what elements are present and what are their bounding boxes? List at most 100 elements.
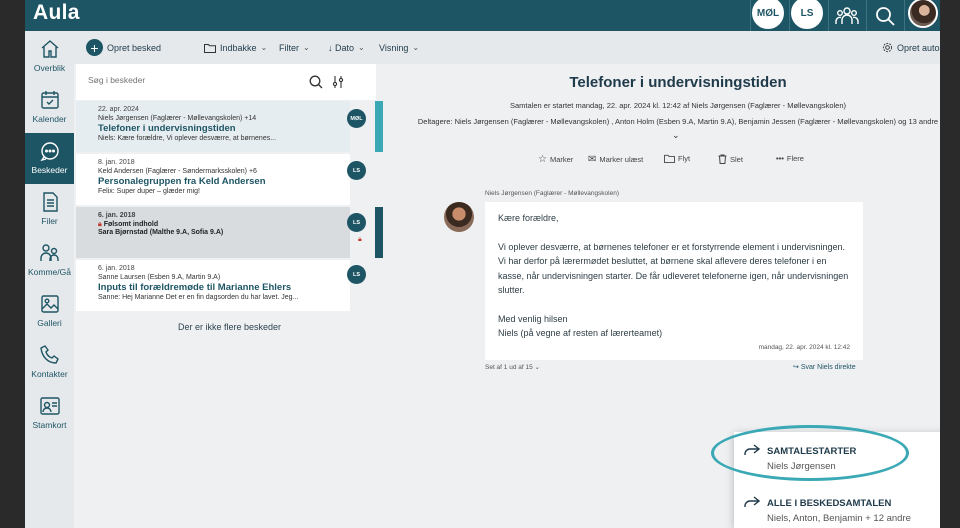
delete-button[interactable]: Slet (718, 154, 743, 164)
message-avatar: LS (347, 161, 366, 180)
plus-icon: + (86, 39, 103, 56)
thread-title: Telefoner i undervisningstiden (569, 74, 787, 91)
new-message-label: Opret besked (107, 42, 162, 53)
message-from: Sanne Laursen (Esben 9.A, Martin 9.A) (98, 274, 221, 281)
sensitive-content-row: 🔒︎ Følsomt indhold (98, 221, 350, 229)
message-date: 6. jan. 2018 (98, 265, 135, 272)
institution-avatar-mol[interactable]: MØL (752, 0, 784, 29)
nav-item-galleri[interactable]: Galleri (25, 286, 74, 337)
message-from: Niels Jørgensen (Faglærer - Møllevangsko… (98, 115, 257, 122)
message-from: Keld Andersen (Faglærer - Søndermarkssko… (98, 168, 257, 175)
search-input[interactable] (88, 75, 288, 85)
nav-label: Galleri (37, 318, 62, 328)
sort-date-dropdown[interactable]: ↓ Dato ⌄ (328, 31, 365, 64)
message-avatar: MØL (347, 109, 366, 128)
sender-avatar (444, 202, 474, 232)
mark-unread-button[interactable]: ✉ Marker ulæst (588, 154, 643, 165)
search-icon[interactable] (867, 0, 903, 31)
header-divider (904, 0, 905, 31)
highlight-ring (711, 425, 909, 481)
message-list-item[interactable]: 22. apr. 2024 Niels Jørgensen (Faglærer … (76, 101, 350, 152)
message-preview: Niels: Kære forældre, Vi oplever desværr… (98, 135, 277, 142)
reply-arrow-icon: ↪ (793, 364, 799, 371)
reply-arrow-icon (744, 496, 760, 507)
mark-button[interactable]: ☆ Marker (538, 154, 573, 165)
selected-indicator (375, 101, 383, 152)
phone-icon (39, 345, 59, 364)
nav-item-filer[interactable]: Filer (25, 184, 74, 235)
lock-icon: 🔒︎ (358, 236, 362, 243)
file-icon (42, 192, 58, 212)
nav-item-kontakter[interactable]: Kontakter (25, 337, 74, 388)
more-dots-icon: ••• (776, 154, 784, 163)
message-preview: Sanne: Hej Marianne Det er en fin dagsor… (98, 294, 299, 301)
id-card-icon (39, 397, 60, 415)
message-sender: Niels Jørgensen (Faglærer - Møllevangsko… (485, 190, 620, 197)
delete-label: Slet (730, 154, 743, 164)
nav-item-komme-ga[interactable]: Komme/Gå (25, 235, 74, 286)
message-list-item[interactable]: 6. jan. 2018 Sanne Laursen (Esben 9.A, M… (76, 260, 350, 311)
chevron-down-icon: ⌄ (534, 364, 540, 371)
message-signature: Niels (på vegne af resten af lærerteamet… (498, 328, 663, 339)
message-subject: Inputs til forældremøde til Marianne Ehl… (98, 282, 292, 293)
inbox-label: Indbakke (220, 42, 257, 53)
autoreply-button[interactable]: Opret autosvar (882, 31, 940, 64)
nav-label: Komme/Gå (28, 267, 71, 277)
nav-item-overblik[interactable]: Overblik (25, 31, 74, 82)
nav-item-beskeder[interactable]: Beskeder (25, 133, 74, 184)
aula-logo[interactable]: Aula (33, 1, 80, 25)
nav-label: Overblik (33, 63, 66, 73)
groups-icon[interactable] (829, 0, 865, 31)
folder-icon (204, 43, 216, 53)
message-closing: Med venlig hilsen (498, 313, 568, 324)
search-icon[interactable] (309, 75, 323, 89)
view-dropdown[interactable]: Visning ⌄ (379, 31, 419, 64)
header-divider (750, 0, 751, 31)
inbox-dropdown[interactable]: Indbakke ⌄ (204, 31, 267, 64)
more-button[interactable]: ••• Flere (776, 154, 804, 163)
thread-participants: Deltagere: Niels Jørgensen (Faglærer - M… (417, 117, 939, 126)
chevron-down-icon: ⌄ (358, 43, 365, 52)
message-list-item[interactable]: 8. jan. 2018 Keld Andersen (Faglærer - S… (76, 154, 350, 205)
nav-label: Kalender (32, 114, 67, 124)
calendar-icon (40, 91, 59, 109)
people-icon (39, 244, 59, 261)
trash-icon (718, 154, 727, 164)
unread-indicator (375, 207, 383, 258)
message-list-item-sensitive[interactable]: 6. jan. 2018 🔒︎ Følsomt indhold Sara Bjø… (76, 207, 350, 258)
reply-option-all[interactable]: ALLE I BESKEDSAMTALEN Niels, Anton, Benj… (734, 484, 940, 528)
message-subject: Personalegruppen fra Keld Andersen (98, 176, 266, 187)
message-bubble: Kære forældre, Vi oplever desværre, at b… (485, 202, 863, 360)
message-date: 6. jan. 2018 (98, 212, 136, 219)
mark-label: Marker (549, 155, 574, 164)
thread-started-info: Samtalen er startet mandag, 22. apr. 202… (510, 101, 846, 110)
more-label: Flere (786, 154, 804, 163)
chevron-down-icon: ⌄ (303, 43, 310, 52)
expand-participants-chevron-icon[interactable]: ⌄ (672, 130, 680, 141)
institution-avatar-ls[interactable]: LS (791, 0, 823, 29)
nav-item-kalender[interactable]: Kalender (25, 82, 74, 133)
message-timestamp: mandag, 22. apr. 2024 kl. 12:42 (758, 343, 850, 351)
reply-direct-button[interactable]: ↪ Svar Niels direkte (793, 363, 856, 371)
message-greeting: Kære forældre, (498, 213, 559, 223)
nav-item-stamkort[interactable]: Stamkort (25, 388, 74, 439)
home-icon (41, 40, 58, 58)
search-bar (76, 64, 376, 100)
seen-by-label: Set af 1 ud af 15 (485, 364, 533, 371)
filter-dropdown[interactable]: Filter ⌄ (279, 31, 310, 64)
view-label: Visning (379, 42, 409, 53)
filter-sliders-icon[interactable] (332, 75, 344, 89)
nav-label: Stamkort (32, 420, 67, 430)
seen-by-dropdown[interactable]: Set af 1 ud af 15 ⌄ (485, 363, 540, 371)
nav-label: Kontakter (31, 369, 68, 379)
lock-icon: 🔒︎ (98, 221, 102, 228)
new-message-button[interactable]: + Opret besked (86, 31, 161, 64)
message-date: 8. jan. 2018 (98, 159, 135, 166)
message-preview: Felix: Super duper – glæder mig! (98, 188, 200, 195)
user-profile-avatar[interactable] (908, 0, 938, 28)
sort-date-label: ↓ Dato (328, 42, 355, 53)
aula-app: Aula MØL LS Overblik Kalender Beskeder F… (25, 0, 940, 528)
gear-icon (882, 42, 893, 53)
move-button[interactable]: Flyt (664, 154, 690, 163)
filter-label: Filter (279, 42, 299, 53)
